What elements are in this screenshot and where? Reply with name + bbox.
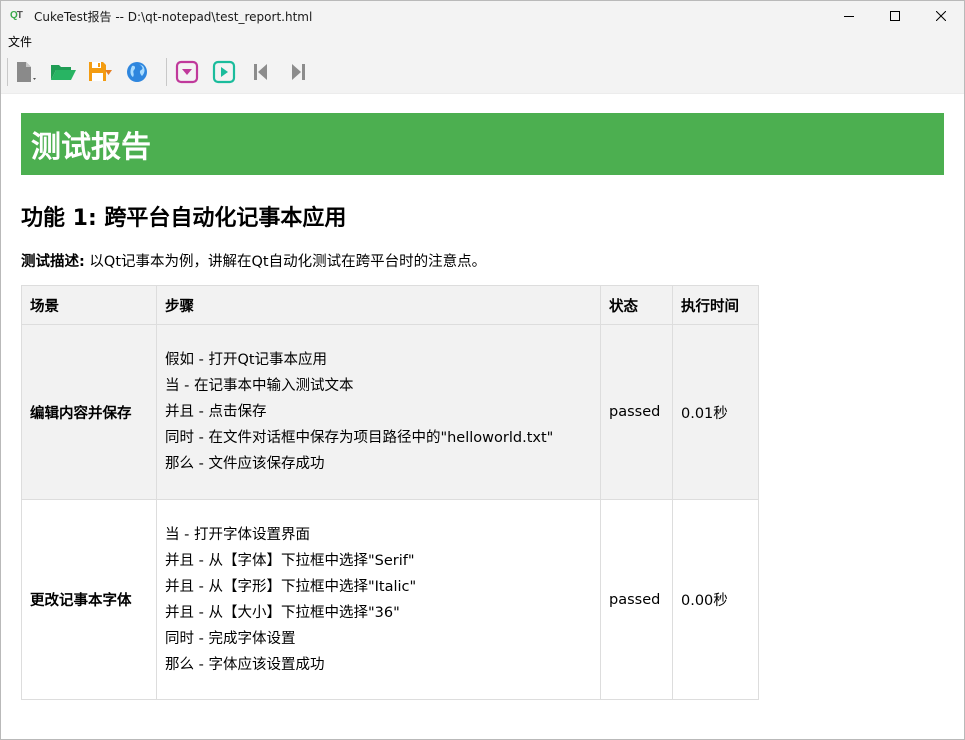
scenario-name: 更改记事本字体 [21,499,157,700]
description-text: 以Qt记事本为例，讲解在Qt自动化测试在跨平台时的注意点。 [84,254,487,270]
minimize-icon [844,16,854,17]
play-button[interactable] [210,58,238,86]
report-header: 测试报告 [21,113,944,175]
step-item: 当 - 打开字体设置界面 [165,526,310,543]
scenario-steps: 假如 - 打开Qt记事本应用 当 - 在记事本中输入测试文本 并且 - 点击保存… [156,324,601,500]
skip-previous-icon [254,64,267,80]
close-button[interactable] [918,1,964,31]
step-item: 并且 - 从【大小】下拉框中选择"36" [165,604,400,621]
close-icon [936,11,946,21]
scenario-time: 0.01秒 [672,324,759,500]
browser-button[interactable] [123,58,151,86]
save-icon [89,62,112,81]
step-item: 并且 - 从【字形】下拉框中选择"Italic" [165,578,417,595]
step-item: 那么 - 字体应该设置成功 [165,656,325,673]
scenario-name: 编辑内容并保存 [21,324,157,500]
column-header-time: 执行时间 [672,285,759,325]
play-icon [212,60,236,84]
menu-bar: 文件 [1,31,964,51]
scenario-status: passed [600,499,673,700]
feature-title: 功能 1: 跨平台自动化记事本应用 [21,206,347,231]
cuketest-logo-icon: QT [10,10,23,21]
step-item: 当 - 在记事本中输入测试文本 [165,378,354,394]
skip-next-icon [292,64,305,80]
globe-icon [127,62,147,82]
step-item: 同时 - 在文件对话框中保存为项目路径中的"helloworld.txt" [165,430,554,446]
scenario-time: 0.00秒 [672,499,759,700]
scenario-table: 场景 步骤 状态 执行时间 编辑内容并保存 假如 - 打开Qt记事本应用 当 -… [21,285,759,700]
record-button[interactable] [173,58,201,86]
app-window: QT CukeTest报告 -- D:\qt-notepad\test_repo… [0,0,965,740]
report-view[interactable]: 测试报告 功能 1: 跨平台自动化记事本应用 测试描述: 以Qt记事本为例，讲解… [1,94,964,739]
column-header-steps: 步骤 [156,285,601,325]
maximize-button[interactable] [872,1,918,31]
scenario-steps: 当 - 打开字体设置界面 并且 - 从【字体】下拉框中选择"Serif" 并且 … [156,499,601,700]
minimize-button[interactable] [826,1,872,31]
toolbar-separator [166,58,167,86]
record-icon [175,60,199,84]
step-item: 并且 - 从【字体】下拉框中选择"Serif" [165,552,415,569]
open-folder-icon [51,65,76,80]
scenario-status: passed [600,324,673,500]
table-row: 编辑内容并保存 假如 - 打开Qt记事本应用 当 - 在记事本中输入测试文本 并… [21,324,759,500]
report-title: 测试报告 [31,130,151,165]
toolbar-handle[interactable] [7,58,8,86]
column-header-scenario: 场景 [21,285,157,325]
previous-button[interactable] [247,58,275,86]
new-file-button[interactable] [12,58,40,86]
new-file-icon [17,62,36,82]
maximize-icon [890,11,900,21]
step-item: 同时 - 完成字体设置 [165,630,296,647]
next-button[interactable] [284,58,312,86]
window-title: CukeTest报告 -- D:\qt-notepad\test_report.… [34,9,313,24]
step-item: 假如 - 打开Qt记事本应用 [165,352,328,368]
menu-file[interactable]: 文件 [1,33,39,50]
column-header-status: 状态 [600,285,673,325]
table-row: 更改记事本字体 当 - 打开字体设置界面 并且 - 从【字体】下拉框中选择"Se… [21,499,759,700]
step-item: 并且 - 点击保存 [165,404,267,420]
save-button[interactable] [86,58,114,86]
toolbar [1,51,964,94]
title-bar[interactable]: QT CukeTest报告 -- D:\qt-notepad\test_repo… [1,1,964,31]
feature-description: 测试描述: 以Qt记事本为例，讲解在Qt自动化测试在跨平台时的注意点。 [21,250,486,271]
table-header-row: 场景 步骤 状态 执行时间 [21,285,759,325]
open-button[interactable] [49,58,77,86]
description-label: 测试描述: [21,254,85,270]
window-controls [826,1,964,31]
step-item: 那么 - 文件应该保存成功 [165,456,325,472]
